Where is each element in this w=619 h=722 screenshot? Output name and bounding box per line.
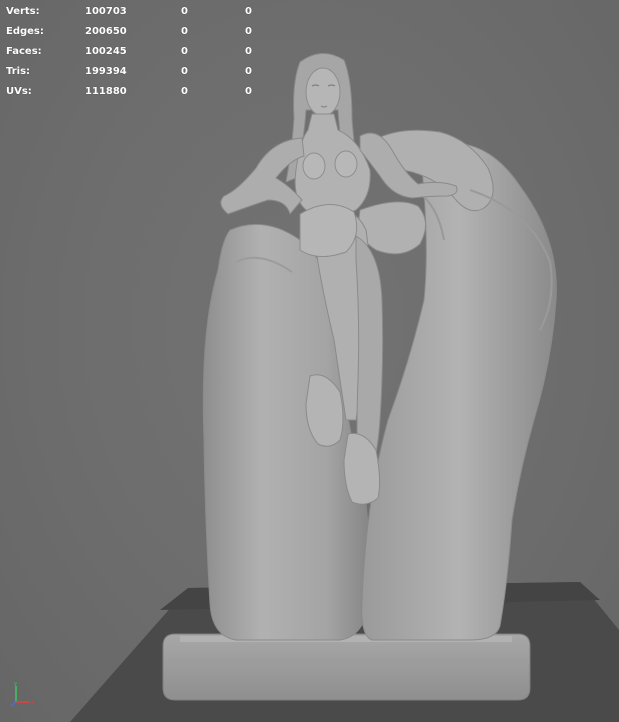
hud-label: UVs: bbox=[6, 86, 32, 97]
hud-selected-value: 0 bbox=[181, 66, 188, 77]
hud-label: Edges: bbox=[6, 26, 44, 37]
hud-label: Tris: bbox=[6, 66, 31, 77]
hud-total-value: 111880 bbox=[85, 86, 127, 97]
hud-label: Verts: bbox=[6, 6, 40, 17]
pedestal-base[interactable] bbox=[162, 633, 531, 701]
axis-gizmo-icon: y x bbox=[10, 681, 34, 707]
hud-total-value: 100703 bbox=[85, 6, 127, 17]
hud-row-uvs: UVs: 111880 0 0 bbox=[6, 82, 265, 102]
hud-selected-value: 0 bbox=[181, 26, 188, 37]
hud-total-value: 200650 bbox=[85, 26, 127, 37]
svg-text:y: y bbox=[14, 681, 17, 687]
hud-total-value: 199394 bbox=[85, 66, 127, 77]
hud-row-tris: Tris: 199394 0 0 bbox=[6, 62, 265, 82]
svg-text:x: x bbox=[31, 700, 34, 706]
hud-row-faces: Faces: 100245 0 0 bbox=[6, 42, 265, 62]
hud-row-edges: Edges: 200650 0 0 bbox=[6, 22, 265, 42]
hud-component-value: 0 bbox=[245, 66, 252, 77]
hud-selected-value: 0 bbox=[181, 6, 188, 17]
3d-viewport[interactable]: Verts: 100703 0 0 Edges: 200650 0 0 Face… bbox=[0, 0, 619, 722]
hud-component-value: 0 bbox=[245, 86, 252, 97]
hud-selected-value: 0 bbox=[181, 86, 188, 97]
hud-label: Faces: bbox=[6, 46, 42, 57]
poly-count-hud: Verts: 100703 0 0 Edges: 200650 0 0 Face… bbox=[6, 2, 265, 102]
hud-row-verts: Verts: 100703 0 0 bbox=[6, 2, 265, 22]
hud-total-value: 100245 bbox=[85, 46, 127, 57]
hud-selected-value: 0 bbox=[181, 46, 188, 57]
viewport-scene[interactable] bbox=[0, 0, 619, 722]
hud-component-value: 0 bbox=[245, 6, 252, 17]
hud-component-value: 0 bbox=[245, 26, 252, 37]
hud-component-value: 0 bbox=[245, 46, 252, 57]
